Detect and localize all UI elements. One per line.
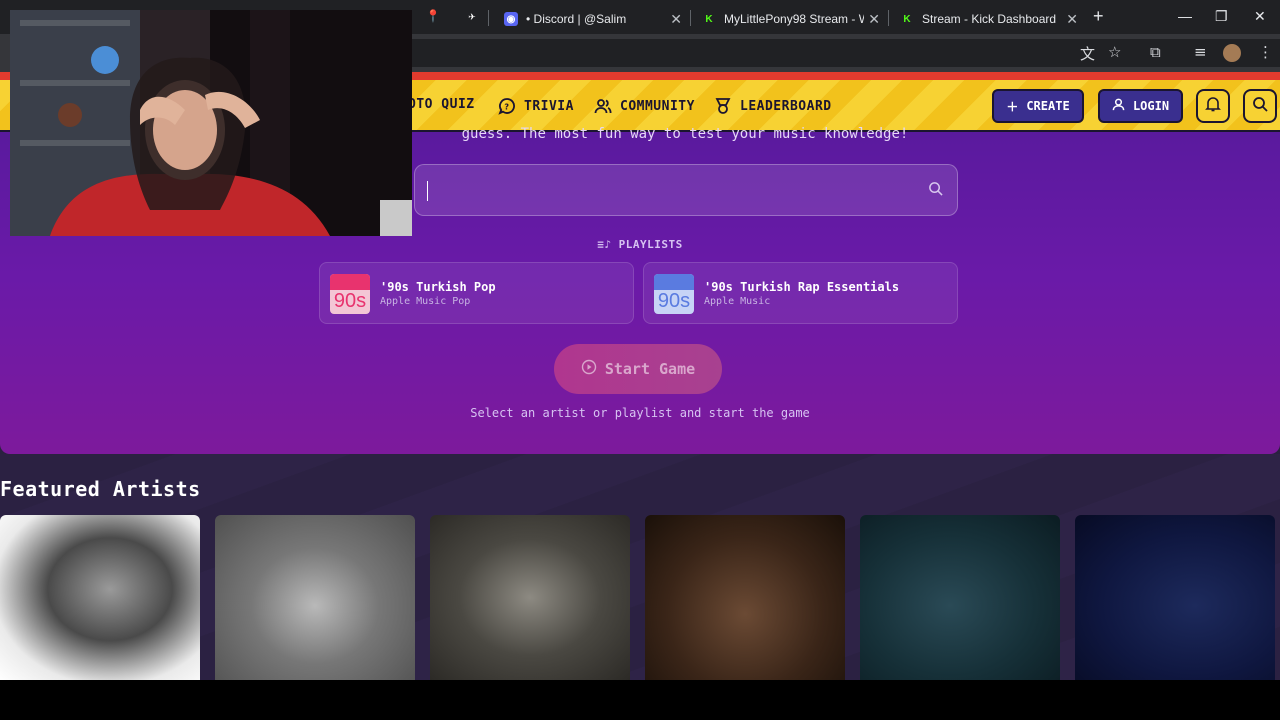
create-button[interactable]: ＋ CREATE bbox=[992, 89, 1084, 123]
text-caret bbox=[427, 181, 428, 201]
cover-label: 90s bbox=[657, 290, 691, 312]
nav-photo-quiz[interactable]: OTO QUIZ bbox=[408, 97, 475, 112]
tab-title: Stream - Kick Dashboard bbox=[922, 12, 1057, 26]
artist-search-box[interactable] bbox=[414, 164, 958, 216]
start-game-hint: Select an artist or playlist and start t… bbox=[470, 406, 810, 420]
playlist-cover: 90s bbox=[654, 274, 694, 314]
create-label: CREATE bbox=[1026, 99, 1070, 113]
nav-leaderboard[interactable]: LEADERBOARD bbox=[714, 97, 832, 115]
featured-artist-photo[interactable] bbox=[860, 515, 1060, 680]
minimize-button[interactable]: — bbox=[1178, 8, 1192, 24]
tab-title: • Discord | @Salim bbox=[526, 12, 627, 26]
playlist-card[interactable]: 90s '90s Turkish Rap Essentials Apple Mu… bbox=[643, 262, 958, 324]
close-tab-icon[interactable]: ✕ bbox=[670, 11, 682, 28]
medal-icon bbox=[714, 97, 732, 115]
screen: 📍 ✈ ◉ • Discord | @Salim ✕ K MyLittlePon… bbox=[0, 0, 1280, 720]
login-label: LOGIN bbox=[1132, 99, 1170, 113]
playlist-subtitle: Apple Music bbox=[704, 296, 771, 307]
close-window-button[interactable]: ✕ bbox=[1254, 8, 1266, 25]
login-button[interactable]: LOGIN bbox=[1098, 89, 1183, 123]
search-icon[interactable] bbox=[928, 181, 943, 200]
pinned-tab-app-icon[interactable]: ✈ bbox=[464, 8, 480, 24]
bookmark-star-icon[interactable]: ☆ bbox=[1108, 43, 1121, 61]
playlist-title: '90s Turkish Rap Essentials bbox=[704, 280, 900, 294]
kick-icon: K bbox=[702, 12, 716, 26]
featured-artist-photo[interactable] bbox=[645, 515, 845, 680]
playlists-label: PLAYLISTS bbox=[618, 238, 683, 251]
nav-label: OTO QUIZ bbox=[408, 97, 475, 112]
svg-text:?: ? bbox=[504, 103, 509, 112]
featured-artist-photo[interactable] bbox=[430, 515, 630, 680]
playlist-card[interactable]: 90s '90s Turkish Pop Apple Music Pop bbox=[319, 262, 634, 324]
search-icon bbox=[1252, 96, 1268, 116]
playlist-icon: ≡♪ bbox=[597, 238, 612, 251]
playlist-subtitle: Apple Music Pop bbox=[380, 296, 471, 307]
tab-kick-dashboard[interactable]: K Stream - Kick Dashboard ✕ bbox=[890, 4, 1086, 34]
play-icon bbox=[581, 359, 597, 379]
browser-menu-icon[interactable]: ⋮ bbox=[1258, 43, 1273, 61]
tab-discord[interactable]: ◉ • Discord | @Salim ✕ bbox=[494, 4, 690, 34]
kick-icon: K bbox=[900, 12, 914, 26]
tab-title: MyLittlePony98 Stream - Watch bbox=[724, 12, 864, 26]
featured-artist-photo[interactable] bbox=[1075, 515, 1275, 680]
user-icon bbox=[1112, 98, 1125, 114]
nav-community[interactable]: COMMUNITY bbox=[594, 97, 695, 115]
playlists-header: ≡♪ PLAYLISTS bbox=[0, 238, 1280, 251]
featured-artists-heading: Featured Artists bbox=[0, 477, 201, 501]
plus-icon: ＋ bbox=[1006, 99, 1019, 114]
nav-label: LEADERBOARD bbox=[740, 98, 832, 114]
restore-button[interactable]: ❐ bbox=[1215, 8, 1228, 25]
media-controls-icon[interactable]: ≡ bbox=[1194, 43, 1207, 61]
cover-label: 90s bbox=[333, 290, 367, 312]
playlist-cover: 90s bbox=[330, 274, 370, 314]
featured-artist-photo[interactable] bbox=[215, 515, 415, 680]
webcam-overlay bbox=[10, 10, 412, 236]
nav-label: TRIVIA bbox=[524, 98, 574, 114]
translate-icon[interactable]: 文 bbox=[1080, 43, 1095, 64]
chat-question-icon: ? bbox=[498, 97, 516, 115]
users-icon bbox=[594, 97, 612, 115]
letterbox-bottom bbox=[0, 680, 1280, 720]
site-search-button[interactable] bbox=[1243, 89, 1277, 123]
tab-kick-stream[interactable]: K MyLittlePony98 Stream - Watch ✕ bbox=[692, 4, 888, 34]
close-tab-icon[interactable]: ✕ bbox=[1066, 11, 1078, 28]
extensions-icon[interactable]: ⧉ bbox=[1150, 43, 1161, 61]
artist-search-input[interactable] bbox=[427, 175, 907, 205]
discord-icon: ◉ bbox=[504, 12, 518, 26]
featured-artist-photo[interactable] bbox=[0, 515, 200, 680]
playlist-title: '90s Turkish Pop bbox=[380, 280, 496, 294]
webcam-feed-image bbox=[10, 10, 412, 236]
profile-avatar[interactable] bbox=[1223, 44, 1241, 62]
pinned-tab-maps-icon[interactable]: 📍 bbox=[425, 8, 441, 24]
nav-label: COMMUNITY bbox=[620, 98, 695, 114]
nav-trivia[interactable]: ? TRIVIA bbox=[498, 97, 574, 115]
new-tab-button[interactable]: + bbox=[1093, 6, 1104, 27]
start-game-button[interactable]: Start Game bbox=[554, 344, 722, 394]
start-game-label: Start Game bbox=[604, 360, 696, 378]
close-tab-icon[interactable]: ✕ bbox=[868, 11, 880, 28]
bell-icon bbox=[1205, 96, 1221, 116]
notifications-button[interactable] bbox=[1196, 89, 1230, 123]
